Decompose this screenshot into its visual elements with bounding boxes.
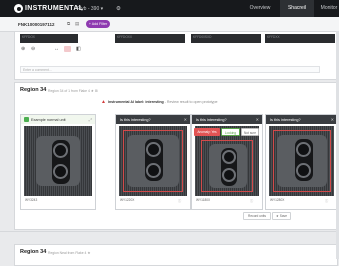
info-icon[interactable]: ⓘ bbox=[250, 198, 253, 203]
contrast-icon[interactable]: ◧ bbox=[76, 46, 81, 52]
calendar-icon[interactable]: ▤ bbox=[75, 21, 79, 27]
warning-title: Instrumental AI label: interesting bbox=[107, 100, 164, 104]
inspection-card-header: Is this interesting? ✕ bbox=[192, 115, 262, 124]
answer-looking-button[interactable]: Looking bbox=[221, 128, 240, 136]
region-subtitle: Region 34 of 1 from Flake 4 ★ ⊞ bbox=[48, 88, 98, 93]
fit-icon[interactable]: ↔ bbox=[54, 46, 59, 52]
expand-icon[interactable]: ⤢ bbox=[89, 117, 92, 122]
flag-button[interactable] bbox=[64, 46, 71, 52]
settings-gear-icon[interactable]: ⚙ bbox=[116, 6, 121, 12]
tab-overview[interactable]: Overview bbox=[240, 0, 280, 17]
inspection-image[interactable] bbox=[119, 126, 187, 196]
instrumental-logo-icon bbox=[14, 4, 23, 13]
save-button[interactable]: ★ Save bbox=[272, 212, 291, 220]
reference-image[interactable] bbox=[24, 126, 92, 196]
thumbnail-label: KFFD00SXD bbox=[193, 35, 212, 39]
lens-top bbox=[53, 143, 68, 158]
thumbnail[interactable]: KFFDXX bbox=[265, 34, 335, 43]
serial-number: FNK10000197112 bbox=[18, 21, 55, 27]
brand-name: INSTRUMENTAL bbox=[25, 5, 84, 12]
thumbnail-label: KFFDXX bbox=[267, 35, 280, 39]
inspection-card[interactable]: Is this interesting? ✕ WY1280X ⓘ bbox=[265, 114, 338, 210]
close-icon[interactable]: ✕ bbox=[184, 117, 187, 122]
inspection-caption: WY1280X bbox=[270, 198, 285, 202]
inspection-card-header: Is this interesting? ✕ bbox=[266, 115, 337, 124]
close-icon[interactable]: ✕ bbox=[256, 117, 259, 122]
region-panel-next bbox=[14, 244, 338, 266]
reference-card-title: Example normal unit bbox=[31, 117, 66, 122]
lens-bottom bbox=[53, 164, 68, 179]
thumbnail[interactable]: KFFD00SXD bbox=[191, 34, 261, 43]
zoom-out-icon[interactable]: ⊖ bbox=[31, 46, 35, 52]
question-label: Is this interesting? bbox=[270, 117, 301, 122]
lens-bottom bbox=[222, 168, 236, 182]
region-title: Region 34 bbox=[20, 87, 47, 93]
info-icon[interactable]: ⓘ bbox=[178, 198, 181, 203]
reference-caption: WY3243 bbox=[25, 198, 38, 202]
add-filter-button[interactable]: + Add Filter bbox=[86, 20, 110, 28]
inspection-card[interactable]: Is this interesting? ✕ WY1220X ⓘ bbox=[115, 114, 191, 210]
info-icon[interactable]: ⓘ bbox=[325, 198, 328, 203]
tab-shacreil[interactable]: Shacreil bbox=[280, 0, 314, 17]
lens-top bbox=[222, 150, 236, 164]
question-label: Is this interesting? bbox=[120, 117, 151, 122]
reference-card-header: Example normal unit ⤢ bbox=[21, 115, 95, 124]
warning-icon: ▲ bbox=[101, 99, 106, 105]
lens-top bbox=[146, 142, 161, 157]
inspection-image[interactable] bbox=[269, 126, 334, 196]
thumbnail-label: KFFDOX bbox=[22, 35, 35, 39]
close-icon[interactable]: ✕ bbox=[331, 117, 334, 122]
inspection-caption: WY1220X bbox=[120, 198, 135, 202]
thumbnail[interactable]: KFFDOX bbox=[20, 34, 78, 43]
inspection-card-header: Is this interesting? ✕ bbox=[116, 115, 190, 124]
project-selector[interactable]: Flyb - 390 ▾ bbox=[77, 6, 103, 12]
next-region-title: Region 34 bbox=[20, 249, 47, 255]
lens-top bbox=[296, 142, 311, 157]
answer-not-sure-button[interactable]: Not sure bbox=[241, 128, 259, 136]
tab-monitor[interactable]: Monitor bbox=[314, 0, 339, 17]
comment-input[interactable]: Enter a comment... bbox=[20, 66, 320, 73]
ai-label-warning: ▲ Instrumental AI label: interesting - Re… bbox=[101, 99, 217, 105]
thumbnail-label: KFFDOXX bbox=[117, 35, 133, 39]
question-label: Is this interesting? bbox=[196, 117, 227, 122]
section-divider bbox=[0, 231, 339, 232]
record-units-button[interactable]: Record units bbox=[243, 212, 271, 220]
next-region-subtitle: Region Neal from Flake 4 ★ bbox=[48, 250, 91, 255]
inspection-caption: WY1180X bbox=[196, 198, 211, 202]
reference-card[interactable]: Example normal unit ⤢ WY3243 bbox=[20, 114, 96, 210]
thumbnail[interactable]: KFFDOXX bbox=[115, 34, 185, 43]
lens-bottom bbox=[296, 163, 311, 178]
zoom-in-icon[interactable]: ⊕ bbox=[21, 46, 25, 52]
warning-subtitle: - Review result to open prototype bbox=[164, 100, 218, 104]
answer-anomaly-button[interactable]: Anomaly: Yes bbox=[194, 128, 220, 136]
copy-icon[interactable]: ⧉ bbox=[67, 21, 70, 26]
check-icon bbox=[24, 117, 29, 122]
lens-bottom bbox=[146, 163, 161, 178]
